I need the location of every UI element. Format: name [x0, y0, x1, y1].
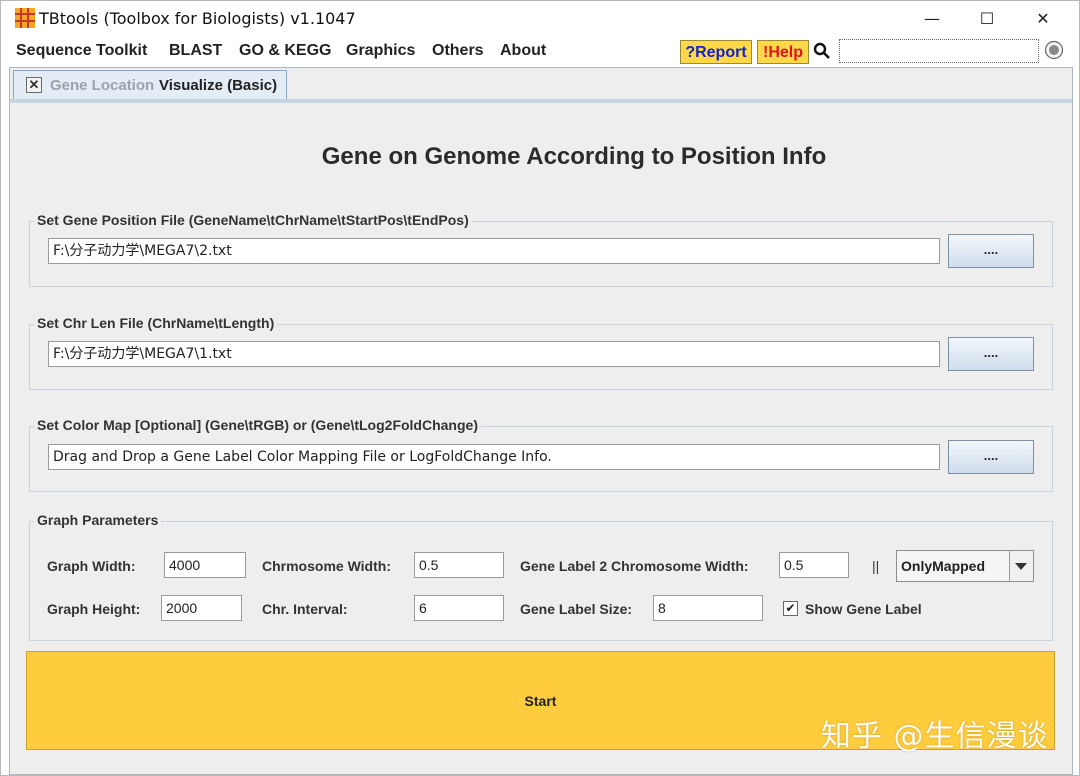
search-input[interactable] [839, 39, 1039, 63]
color-map-browse-button[interactable]: .... [948, 440, 1034, 474]
close-tab-icon[interactable]: ✕ [26, 77, 42, 93]
maximize-button[interactable]: ☐ [959, 1, 1015, 35]
menu-blast[interactable]: BLAST [169, 42, 222, 60]
menu-about[interactable]: About [500, 42, 546, 60]
window-title: TBtools (Toolbox for Biologists) v1.1047 [39, 9, 356, 28]
gene-position-file-field[interactable]: F:\分子动力学\MEGA7\2.txt [48, 238, 940, 264]
gene-position-label: Set Gene Position File (GeneName\tChrNam… [34, 212, 472, 228]
report-button[interactable]: ?Report [680, 40, 752, 64]
menu-sequence-toolkit[interactable]: Sequence Toolkit [16, 42, 147, 60]
show-gene-label-checkbox[interactable]: ✔ [783, 601, 798, 616]
tab-divider [10, 99, 1072, 103]
menu-graphics[interactable]: Graphics [346, 42, 415, 60]
graph-width-input[interactable]: 4000 [164, 552, 246, 578]
menu-others[interactable]: Others [432, 42, 484, 60]
color-map-group: Set Color Map [Optional] (Gene\tRGB) or … [29, 417, 1053, 492]
gene-label-size-label: Gene Label Size: [520, 601, 633, 617]
dropdown-arrow[interactable] [1009, 551, 1033, 581]
close-window-button[interactable]: ✕ [1015, 1, 1071, 35]
menu-go-kegg[interactable]: GO & KEGG [239, 42, 331, 60]
graph-height-label: Graph Height: [47, 601, 141, 617]
start-button-label: Start [524, 692, 557, 709]
chr-interval-input[interactable]: 6 [414, 595, 504, 621]
search-icon[interactable] [813, 42, 831, 60]
chevron-down-icon [1015, 563, 1027, 570]
mapping-mode-select[interactable]: OnlyMapped [896, 550, 1034, 582]
gene-label-ratio-input[interactable]: 0.5 [779, 552, 849, 578]
tab-label-gene-location: Gene Location [50, 77, 155, 94]
color-map-file-field[interactable]: Drag and Drop a Gene Label Color Mapping… [48, 444, 940, 470]
radio-button-icon[interactable] [1044, 40, 1064, 60]
mapping-mode-value: OnlyMapped [901, 558, 986, 574]
chromosome-width-input[interactable]: 0.5 [414, 552, 504, 578]
watermark: 知乎 @生信漫谈 [821, 719, 1049, 754]
chr-len-file-field[interactable]: F:\分子动力学\MEGA7\1.txt [48, 341, 940, 367]
show-gene-label-text: Show Gene Label [805, 601, 922, 617]
tab-label-visualize: Visualize (Basic) [159, 77, 278, 94]
graph-parameters-label: Graph Parameters [34, 512, 162, 528]
graph-height-input[interactable]: 2000 [161, 595, 242, 621]
chr-len-group: Set Chr Len File (ChrName\tLength) F:\分子… [29, 315, 1053, 390]
separator: || [872, 558, 880, 574]
title-bar: TBtools (Toolbox for Biologists) v1.1047… [1, 1, 1079, 35]
chromosome-width-label: Chrmosome Width: [262, 558, 391, 574]
tab-gene-location-visualize[interactable]: ✕ Gene Location Visualize (Basic) [13, 70, 287, 100]
page-title: Gene on Genome According to Position Inf… [321, 143, 827, 170]
help-button[interactable]: !Help [757, 40, 809, 64]
gene-position-group: Set Gene Position File (GeneName\tChrNam… [29, 212, 1053, 287]
minimize-button[interactable]: — [904, 1, 960, 35]
color-map-label: Set Color Map [Optional] (Gene\tRGB) or … [34, 417, 481, 433]
app-window: TBtools (Toolbox for Biologists) v1.1047… [0, 0, 1080, 776]
tbtools-logo-icon [15, 8, 35, 28]
gene-label-ratio-label: Gene Label 2 Chromosome Width: [520, 558, 749, 574]
gene-label-size-input[interactable]: 8 [653, 595, 763, 621]
chr-interval-label: Chr. Interval: [262, 601, 348, 617]
gene-position-browse-button[interactable]: .... [948, 234, 1034, 268]
graph-width-label: Graph Width: [47, 558, 136, 574]
chr-len-label: Set Chr Len File (ChrName\tLength) [34, 315, 278, 331]
chr-len-browse-button[interactable]: .... [948, 337, 1034, 371]
